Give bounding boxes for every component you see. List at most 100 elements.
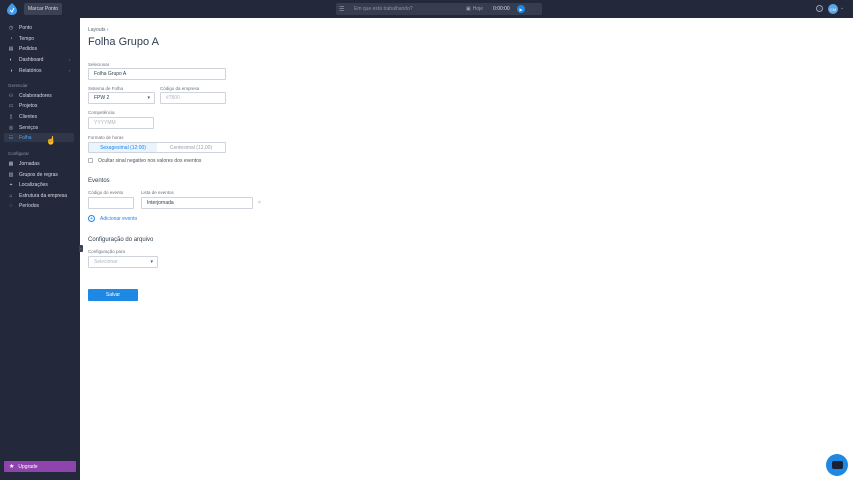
sidebar-item-label: Dashboard: [19, 56, 44, 63]
section-config: Configurar: [8, 151, 30, 156]
sidebar-item-label: Tempo: [19, 35, 35, 42]
sidebar-item-label: Colaboradores: [19, 92, 52, 99]
sidebar-item-grupos-de-regras[interactable]: ▥ Grupos de regras: [4, 170, 74, 179]
competence-label: Competência: [88, 110, 115, 115]
hours-format-label: Formato de horas: [88, 135, 124, 140]
location-icon: ⌖: [9, 181, 13, 188]
company-code-input[interactable]: #7800: [160, 92, 226, 104]
sidebar-item-clientes[interactable]: ▯ Clientes: [4, 112, 74, 121]
sidebar-item-label: Relatórios: [19, 67, 42, 74]
event-code-input[interactable]: [88, 197, 134, 209]
breadcrumb[interactable]: Layouts ›: [88, 27, 109, 33]
event-list-label: Lista de eventos: [141, 190, 174, 195]
report-icon: ◑: [9, 67, 13, 74]
rules-icon: ▥: [8, 171, 14, 178]
chevron-right-icon: ›: [68, 57, 70, 62]
chevron-right-icon: ›: [106, 27, 109, 33]
hide-negative-label: Ocultar sinal negativo nos valores dos e…: [98, 158, 202, 164]
file-config-title: Configuração do arquivo: [88, 237, 154, 243]
timer-display: 0:00:00: [493, 6, 510, 12]
payroll-icon: ☷: [8, 134, 14, 141]
app-logo-icon[interactable]: [7, 3, 17, 15]
sidebar-item-servicos[interactable]: ◎ Serviços: [4, 123, 74, 132]
event-code-label: Código do evento: [88, 190, 124, 195]
time-tracker-bar[interactable]: ☰ Em que está trabalhando? ▣ Hoje 0:00:0…: [336, 3, 542, 15]
services-icon: ◎: [8, 124, 14, 131]
section-manage: Gerenciar: [8, 83, 28, 88]
system-value: FPW 2: [94, 95, 110, 101]
calendar-icon: ▣: [466, 6, 471, 12]
sidebar-item-label: Pedidos: [19, 45, 38, 52]
sidebar-item-relatorios[interactable]: ◑ Relatórios ›: [4, 66, 74, 75]
events-title: Eventos: [88, 178, 110, 184]
chat-button[interactable]: [826, 454, 848, 476]
today-label: Hoje: [472, 6, 484, 12]
chat-icon: [831, 461, 843, 469]
sidebar-item-folha[interactable]: ☷ Folha: [4, 133, 74, 142]
tracker-input[interactable]: Em que está trabalhando?: [354, 6, 466, 12]
timer-icon: ◔: [9, 35, 13, 42]
pointer-cursor-icon: ☝: [46, 136, 56, 145]
add-event-label: Adicionar evento: [100, 215, 138, 222]
sidebar-collapse-handle[interactable]: ‹: [79, 245, 83, 252]
file-config-for-label: Configuração para: [88, 249, 126, 254]
add-event-button[interactable]: + Adicionar evento: [88, 215, 137, 222]
calendar-icon: ▦: [8, 160, 14, 167]
sidebar-item-dashboard[interactable]: ◐ Dashboard ›: [4, 55, 74, 64]
system-select[interactable]: FPW 2 ▾: [88, 92, 155, 104]
sidebar-item-label: Projetos: [19, 102, 38, 109]
page-title: Folha Grupo A: [88, 36, 159, 48]
breadcrumb-layouts[interactable]: Layouts: [88, 27, 106, 33]
hours-format-toggle[interactable]: Sexagesimal (12:00) Centesimal (12,00): [88, 142, 226, 153]
document-icon: ▤: [8, 45, 14, 52]
save-button[interactable]: Salvar: [88, 289, 138, 301]
sidebar-item-estrutura-da-empresa[interactable]: ⌂ Estrutura da empresa: [4, 191, 74, 200]
sidebar-item-pedidos[interactable]: ▤ Pedidos: [4, 44, 74, 53]
top-bar: Marcar Ponto ☰ Em que está trabalhando? …: [0, 0, 853, 18]
sidebar-item-periodos[interactable]: ◌ Períodos: [4, 201, 74, 210]
list-icon[interactable]: ☰: [339, 6, 347, 13]
folder-icon: ▭: [8, 102, 14, 109]
close-icon[interactable]: ×: [258, 200, 261, 206]
sidebar-item-label: Jornadas: [19, 160, 40, 167]
sidebar-item-localizacoes[interactable]: ⌖ Localizações: [4, 180, 74, 189]
sidebar-item-colaboradores[interactable]: ⚇ Colaboradores: [4, 91, 74, 100]
system-label: Sistema de Folha: [88, 86, 124, 91]
competence-input[interactable]: YYYYMM: [88, 117, 154, 129]
play-icon[interactable]: ▶: [517, 5, 525, 13]
dashboard-icon: ◐: [9, 56, 13, 63]
mark-point-button[interactable]: Marcar Ponto: [24, 3, 62, 15]
sidebar-item-label: Clientes: [19, 113, 38, 120]
upgrade-label: Upgrade: [18, 463, 38, 470]
period-icon: ◌: [9, 202, 13, 209]
help-icon[interactable]: ?: [816, 5, 823, 12]
upgrade-button[interactable]: ★ Upgrade: [4, 461, 76, 472]
plus-circle-icon: +: [88, 215, 95, 222]
event-list-input[interactable]: Interjornada: [141, 197, 253, 209]
chevron-down-icon[interactable]: ⌄: [840, 5, 844, 11]
chevron-down-icon: ▾: [147, 95, 150, 101]
chevron-right-icon: ›: [68, 68, 70, 73]
hours-option-centesimal[interactable]: Centesimal (12,00): [157, 143, 225, 152]
sidebar-item-tempo[interactable]: ◔ Tempo: [4, 34, 74, 43]
file-config-select[interactable]: Selecionar ▾: [88, 256, 158, 268]
company-code-label: Código da empresa: [160, 86, 200, 91]
sidebar-item-label: Grupos de regras: [19, 171, 58, 178]
avatar[interactable]: CM: [828, 4, 838, 14]
star-icon: ★: [9, 464, 15, 470]
today-selector[interactable]: ▣ Hoje: [466, 6, 490, 12]
hours-option-sexagesimal[interactable]: Sexagesimal (12:00): [89, 143, 157, 152]
sidebar-item-jornadas[interactable]: ▦ Jornadas: [4, 159, 74, 168]
hide-negative-checkbox[interactable]: [88, 158, 93, 163]
sidebar-item-projetos[interactable]: ▭ Projetos: [4, 101, 74, 110]
clipboard-icon: ▯: [9, 113, 13, 120]
sidebar-item-label: Serviços: [19, 124, 39, 131]
file-config-placeholder: Selecionar: [94, 259, 118, 265]
sidebar-item-ponto[interactable]: ◷ Ponto: [4, 23, 74, 32]
layout-name-input[interactable]: Folha Grupo A: [88, 68, 226, 80]
sidebar-item-label: Períodos: [19, 202, 40, 209]
org-icon: ⌂: [9, 192, 13, 199]
sidebar-item-label: Ponto: [19, 24, 33, 31]
sidebar-item-label: Estrutura da empresa: [19, 192, 68, 199]
users-icon: ⚇: [8, 92, 14, 99]
